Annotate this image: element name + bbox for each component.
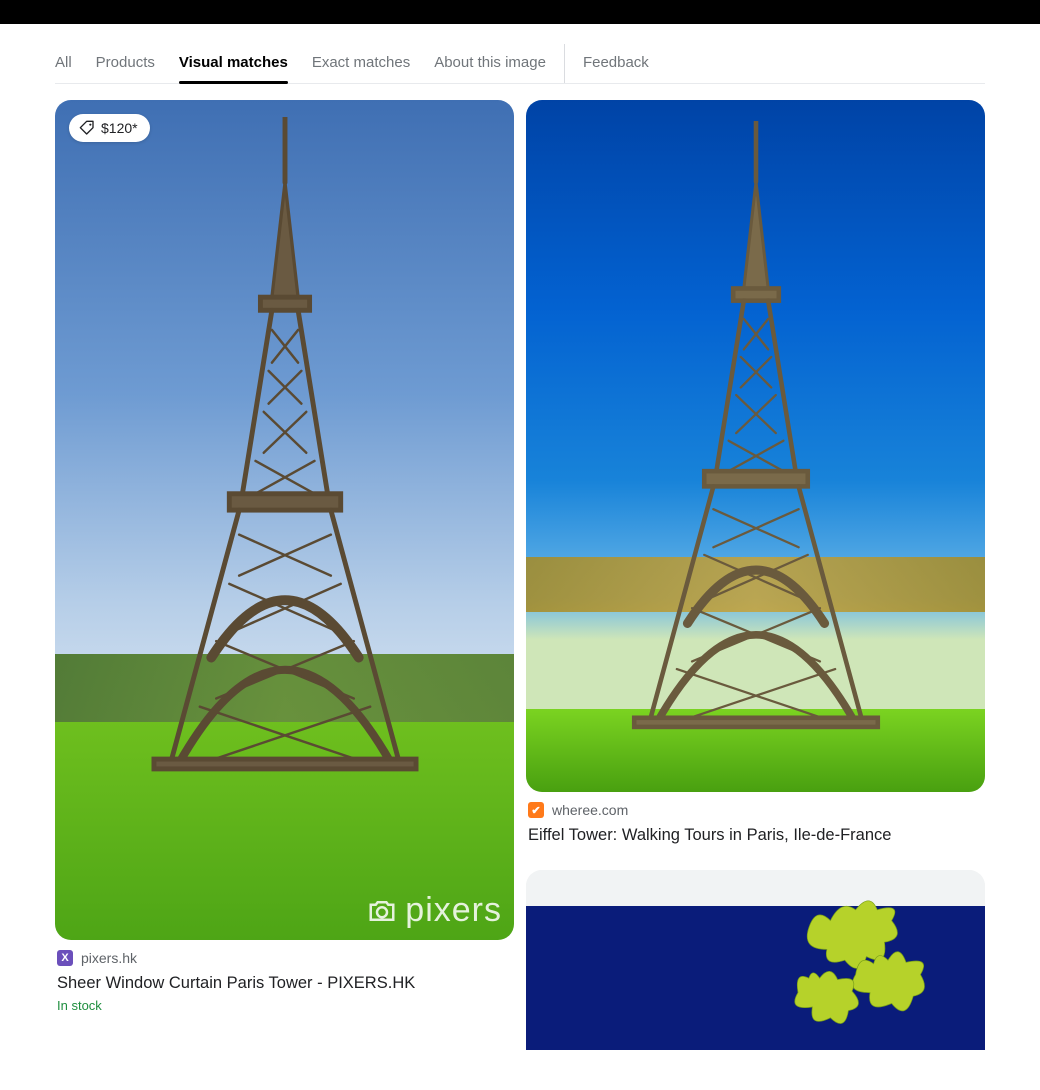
result-title[interactable]: Eiffel Tower: Walking Tours in Paris, Il… (528, 824, 983, 846)
stock-status: In stock (57, 998, 512, 1013)
eiffel-tower-svg (87, 117, 482, 772)
filter-tabs: All Products Visual matches Exact matche… (55, 24, 985, 84)
source-favicon: ✔ (528, 802, 544, 818)
price-text: $120* (101, 120, 138, 136)
results-grid: $120* pixers X pix (55, 84, 985, 1050)
tab-exact-matches[interactable]: Exact matches (312, 44, 410, 83)
result-image[interactable]: $120* pixers (55, 100, 514, 940)
result-image[interactable] (526, 870, 985, 1050)
tag-icon (79, 120, 95, 136)
window-topbar (0, 0, 1040, 24)
camera-icon (367, 898, 397, 924)
image-watermark: pixers (367, 891, 502, 930)
tab-all[interactable]: All (55, 44, 72, 83)
tab-about-this-image[interactable]: About this image (434, 44, 546, 83)
tab-feedback[interactable]: Feedback (564, 44, 649, 83)
tab-visual-matches[interactable]: Visual matches (179, 44, 288, 83)
result-card[interactable] (526, 870, 985, 1050)
results-column-right: ✔ wheree.com Eiffel Tower: Walking Tours… (526, 100, 985, 1050)
result-title[interactable]: Sheer Window Curtain Paris Tower - PIXER… (57, 972, 512, 994)
result-meta: X pixers.hk Sheer Window Curtain Paris T… (55, 940, 514, 1013)
result-card[interactable]: $120* pixers X pix (55, 100, 514, 1013)
eiffel-tower-svg (572, 121, 939, 730)
result-meta: ✔ wheree.com Eiffel Tower: Walking Tours… (526, 792, 985, 846)
watermark-text: pixers (405, 891, 502, 930)
result-image[interactable] (526, 100, 985, 792)
result-source[interactable]: X pixers.hk (57, 950, 512, 966)
eiffel-tower-graphic (572, 121, 939, 730)
leaves-svg (733, 899, 985, 1043)
result-card[interactable]: ✔ wheree.com Eiffel Tower: Walking Tours… (526, 100, 985, 850)
results-column-left: $120* pixers X pix (55, 100, 514, 1050)
tab-products[interactable]: Products (96, 44, 155, 83)
source-domain: wheree.com (552, 802, 628, 818)
eiffel-tower-graphic (87, 117, 482, 772)
source-favicon: X (57, 950, 73, 966)
results-area: All Products Visual matches Exact matche… (0, 24, 1040, 1090)
result-source[interactable]: ✔ wheree.com (528, 802, 983, 818)
price-badge: $120* (69, 114, 150, 142)
leaves-graphic (733, 899, 985, 1043)
source-domain: pixers.hk (81, 950, 137, 966)
